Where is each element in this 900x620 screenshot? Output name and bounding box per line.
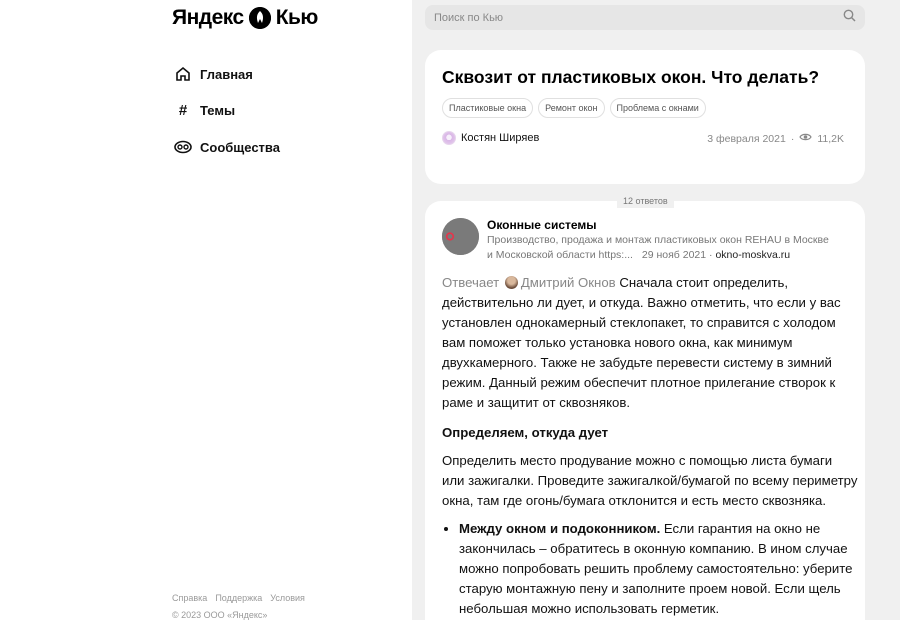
question-tags: Пластиковые окна Ремонт окон Проблема с …	[442, 98, 706, 118]
meta-separator: ·	[790, 132, 795, 145]
author-name: Костян Ширяев	[461, 132, 540, 144]
footer-copyright: © 2023 ООО «Яндекс»	[172, 610, 268, 620]
list-item: Между окном и подоконником. Если гаранти…	[459, 519, 858, 619]
question-title[interactable]: Сквозит от пластиковых окон. Что делать?	[442, 67, 819, 88]
org-name[interactable]: Оконные системы	[487, 218, 597, 232]
main-nav: Главная # Темы Сообщества	[174, 56, 280, 166]
org-logo	[442, 218, 479, 255]
avatar[interactable]	[504, 276, 518, 289]
avatar	[442, 131, 456, 145]
logo-text-right: Кью	[275, 6, 319, 29]
tag-window-repair[interactable]: Ремонт окон	[538, 98, 605, 118]
search-bar[interactable]	[425, 5, 865, 30]
answers-count[interactable]: 12 ответов	[617, 195, 674, 208]
meta-separator: ·	[709, 249, 713, 261]
eye-icon	[799, 132, 813, 145]
answer-card: Оконные системы Производство, продажа и …	[425, 201, 865, 620]
footer-link-terms[interactable]: Условия	[270, 593, 305, 603]
home-icon	[174, 65, 192, 83]
section-title: Определяем, откуда дует	[442, 425, 609, 440]
logo-text-left: Яндекс	[172, 6, 244, 29]
section-text: Определить место продувание можно с помо…	[442, 453, 858, 508]
community-icon	[174, 138, 192, 156]
answer-intro-text: Сначала стоит определить, действительно …	[442, 275, 841, 410]
avatar[interactable]	[442, 218, 479, 255]
question-author[interactable]: Костян Ширяев	[442, 131, 539, 145]
nav-item-topics[interactable]: # Темы	[174, 93, 280, 130]
question-date: 3 февраля 2021	[707, 132, 786, 145]
tag-window-problem[interactable]: Проблема с окнами	[609, 98, 706, 118]
search-input[interactable]	[434, 11, 843, 24]
nav-label-topics: Темы	[200, 103, 236, 119]
yandex-q-logo[interactable]: Яндекс Кью	[172, 6, 318, 30]
footer-links: Справка Поддержка Условия	[172, 593, 305, 603]
org-site-link[interactable]: okno-moskva.ru	[715, 249, 790, 261]
nav-item-communities[interactable]: Сообщества	[174, 129, 280, 166]
tag-plastic-windows[interactable]: Пластиковые окна	[442, 98, 534, 118]
views-count: 11,2K	[817, 132, 844, 145]
org-description: Производство, продажа и монтаж пластиков…	[487, 233, 837, 263]
answerer-name[interactable]: Дмитрий Окнов	[521, 275, 616, 290]
hash-icon: #	[178, 102, 188, 120]
question-card: Сквозит от пластиковых окон. Что делать?…	[425, 50, 865, 184]
logo-q-icon	[248, 7, 271, 29]
answer-body: Отвечает Дмитрий Окнов Сначала стоит опр…	[442, 273, 858, 619]
answered-by-label: Отвечает	[442, 275, 500, 290]
nav-label-home: Главная	[200, 66, 253, 82]
footer-link-support[interactable]: Поддержка	[215, 593, 262, 603]
answer-intro: Отвечает Дмитрий Окнов Сначала стоит опр…	[442, 273, 858, 413]
answer-bullets: Между окном и подоконником. Если гаранти…	[442, 519, 858, 619]
bullet-title: Между окном и подоконником.	[459, 521, 661, 536]
nav-item-home[interactable]: Главная	[174, 56, 280, 93]
answer-date: 29 нояб 2021	[641, 249, 707, 261]
search-icon[interactable]	[843, 9, 856, 27]
nav-label-communities: Сообщества	[200, 139, 280, 155]
question-meta: 3 февраля 2021 · 11,2K	[707, 132, 844, 145]
footer-link-help[interactable]: Справка	[172, 593, 207, 603]
